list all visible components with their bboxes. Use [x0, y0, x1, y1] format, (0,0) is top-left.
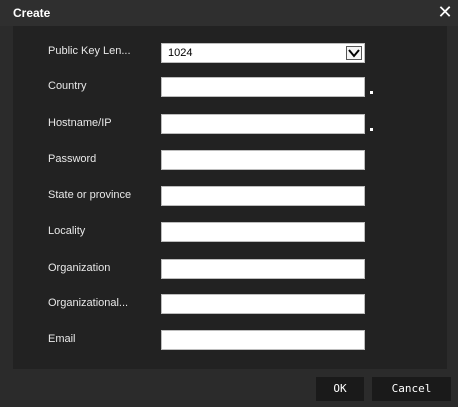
- required-marker: [370, 91, 373, 94]
- hostname-input[interactable]: [168, 115, 358, 133]
- state-field[interactable]: [161, 186, 365, 206]
- field-row-country: Country: [13, 77, 447, 111]
- organization-label: Organization: [48, 262, 111, 274]
- email-label: Email: [48, 333, 76, 345]
- hostname-label: Hostname/IP: [48, 117, 112, 129]
- ok-button[interactable]: OK: [316, 377, 364, 401]
- locality-label: Locality: [48, 225, 86, 237]
- public-key-length-value: 1024: [168, 47, 193, 59]
- country-input[interactable]: [168, 78, 358, 96]
- state-input[interactable]: [168, 187, 358, 205]
- hostname-field[interactable]: [161, 114, 365, 134]
- dialog-titlebar: Create ✕: [0, 0, 458, 26]
- organizational-unit-field[interactable]: [161, 294, 365, 314]
- password-input[interactable]: [168, 151, 358, 169]
- field-row-organization: Organization: [13, 259, 447, 293]
- password-label: Password: [48, 153, 97, 165]
- required-marker: [370, 128, 373, 131]
- locality-input[interactable]: [168, 223, 358, 241]
- country-field[interactable]: [161, 77, 365, 97]
- close-icon[interactable]: ✕: [436, 2, 454, 22]
- public-key-length-label: Public Key Len...: [48, 45, 131, 57]
- organization-input[interactable]: [168, 260, 358, 278]
- organizational-unit-input[interactable]: [168, 295, 358, 313]
- public-key-length-select[interactable]: 1024: [161, 43, 365, 63]
- password-field[interactable]: [161, 150, 365, 170]
- organization-field[interactable]: [161, 259, 365, 279]
- chevron-down-icon[interactable]: [346, 46, 362, 60]
- field-row-locality: Locality: [13, 222, 447, 256]
- field-row-state: State or province: [13, 186, 447, 220]
- field-row-password: Password: [13, 150, 447, 184]
- locality-field[interactable]: [161, 222, 365, 242]
- state-label: State or province: [48, 189, 132, 201]
- email-field[interactable]: [161, 330, 365, 350]
- field-row-email: Email: [13, 330, 447, 364]
- form-panel: Public Key Len... 1024 Country Hostname/…: [13, 26, 447, 369]
- cancel-button[interactable]: Cancel: [372, 377, 451, 401]
- create-dialog: Create ✕ Public Key Len... 1024 Country …: [0, 0, 458, 407]
- field-row-public-key-length: Public Key Len... 1024: [13, 43, 447, 77]
- field-row-hostname: Hostname/IP: [13, 114, 447, 148]
- dialog-title: Create: [13, 6, 51, 20]
- organizational-unit-label: Organizational...: [48, 297, 129, 309]
- country-label: Country: [48, 80, 87, 92]
- field-row-organizational-unit: Organizational...: [13, 294, 447, 328]
- email-input[interactable]: [168, 331, 358, 349]
